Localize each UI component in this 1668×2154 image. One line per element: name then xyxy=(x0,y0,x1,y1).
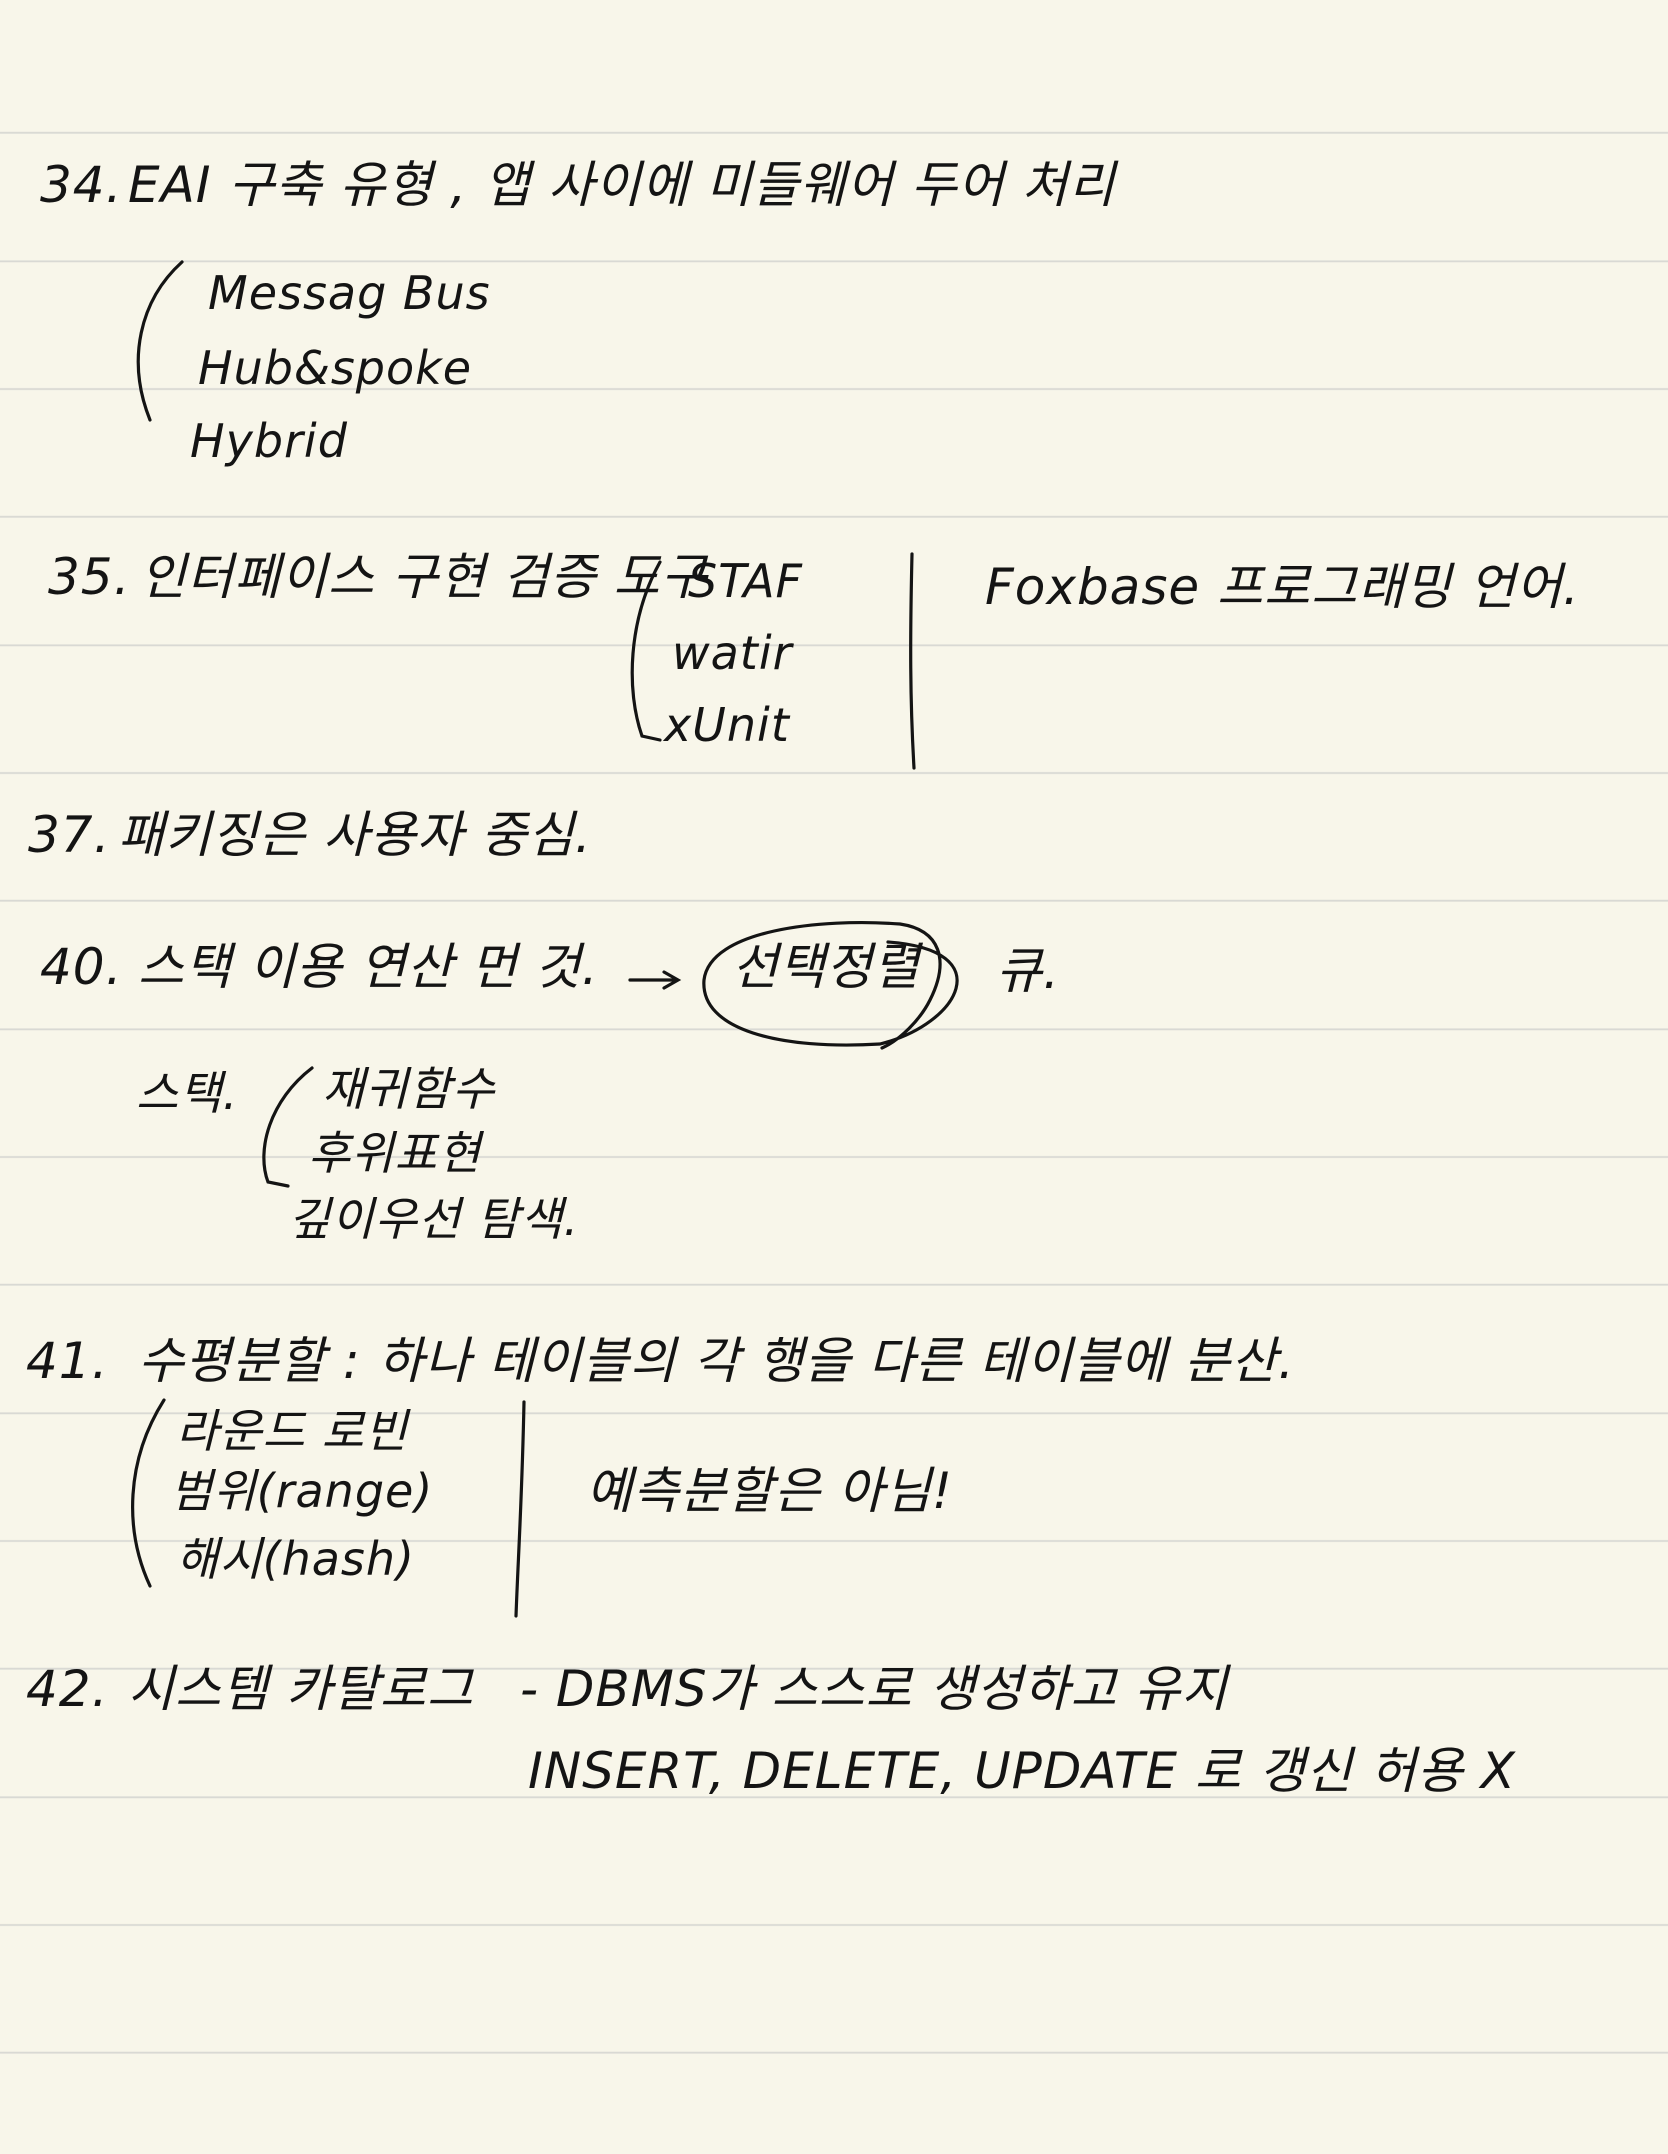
note-40-brace xyxy=(262,1066,314,1188)
note-41-item-2: 범위(range) xyxy=(170,1464,434,1518)
note-42-detail-1: - DBMS가 스스로 생성하고 유지 xyxy=(520,1660,1229,1718)
note-35-divider xyxy=(909,552,916,770)
note-35-title: 인터페이스 구현 검증 도구 xyxy=(140,548,708,606)
note-40-item-3: 깊이우선 탐색. xyxy=(288,1192,580,1246)
note-41-brace xyxy=(131,1398,166,1588)
note-34-brace xyxy=(136,260,184,422)
note-34-number: 34. xyxy=(40,156,123,214)
note-35-number: 35. xyxy=(48,548,131,606)
note-37-title: 패키징은 사용자 중심. xyxy=(118,806,592,864)
note-34-item-3: Hybrid xyxy=(190,414,348,468)
note-34-item-1: Messag Bus xyxy=(208,266,491,320)
note-42-title: 시스템 카탈로그 xyxy=(128,1660,474,1718)
note-42-detail-2: INSERT, DELETE, UPDATE 로 갱신 허용 X xyxy=(528,1742,1516,1800)
handwritten-strokes xyxy=(131,260,959,1618)
note-41-item-1: 라운드 로빈 xyxy=(176,1404,409,1458)
note-40-circled-term: 선택정렬 xyxy=(732,938,920,996)
note-40-item-2: 후위표현 xyxy=(308,1126,482,1180)
note-40-item-1: 재귀함수 xyxy=(322,1062,496,1116)
note-35-item-1: STAF xyxy=(688,554,804,608)
note-35-side-note: Foxbase 프로그래밍 언어. xyxy=(985,558,1580,616)
note-40-number: 40. xyxy=(40,938,123,996)
note-40-arrow xyxy=(628,970,682,990)
lined-notebook-page: 34. EAI 구축 유형 , 앱 사이에 미들웨어 두어 처리 Messag … xyxy=(0,0,1668,2154)
note-41-side-note: 예측분할은 아님! xyxy=(586,1462,953,1520)
note-34-item-2: Hub&spoke xyxy=(198,341,473,395)
note-41-divider xyxy=(514,1400,526,1618)
note-40-title: 스택 이용 연산 먼 것. xyxy=(138,938,599,996)
note-37-number: 37. xyxy=(28,806,111,864)
note-40-sub-label: 스택. xyxy=(136,1066,239,1120)
note-42-number: 42. xyxy=(26,1660,109,1718)
note-40-answer: 큐. xyxy=(996,942,1060,1000)
note-41-title: 수평분할 : 하나 테이블의 각 행을 다른 테이블에 분산. xyxy=(138,1332,1295,1390)
note-35-item-3: xUnit xyxy=(664,698,790,752)
note-35-item-2: watir xyxy=(672,626,793,680)
note-34-title: EAI 구축 유형 , 앱 사이에 미들웨어 두어 처리 xyxy=(128,156,1116,214)
note-41-item-3: 해시(hash) xyxy=(176,1532,415,1586)
note-41-number: 41. xyxy=(26,1332,109,1390)
